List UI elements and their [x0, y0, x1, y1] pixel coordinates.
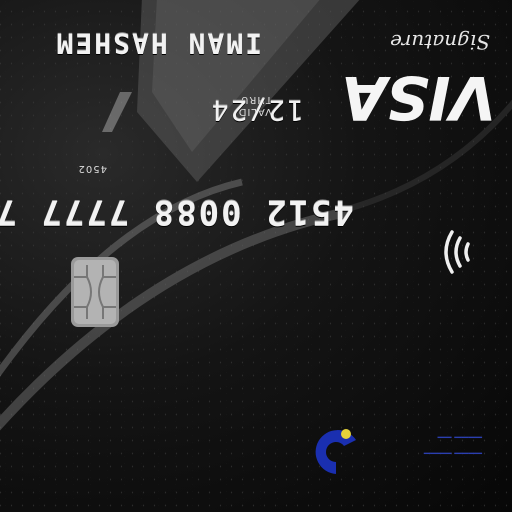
bank-name-line-1: ▁▁▁▁ ▁▁▁▁ — [423, 452, 482, 462]
visa-logo: VISA — [341, 62, 496, 132]
decor-arc-1 — [0, 207, 349, 436]
credit-card-photo: IMAN HASHEM 4512 0088 7777 7777 4502 VAL… — [0, 0, 512, 512]
contactless-icon — [444, 230, 470, 274]
card-number: 4512 0088 7777 7777 — [0, 192, 354, 232]
card-face: IMAN HASHEM 4512 0088 7777 7777 4502 VAL… — [0, 0, 512, 512]
bin-small-text: 4502 — [77, 163, 107, 174]
card-tier-label: Signature — [389, 30, 490, 54]
cardholder-name: IMAN HASHEM — [54, 27, 262, 60]
expiry-date: 12/24 — [209, 94, 304, 127]
bank-logo-icon — [315, 429, 356, 474]
bank-name-line-2: ▁▁▁▁ ▁▁ — [437, 436, 482, 446]
visa-hologram-mark — [102, 92, 132, 132]
emv-chip-icon — [71, 257, 119, 327]
